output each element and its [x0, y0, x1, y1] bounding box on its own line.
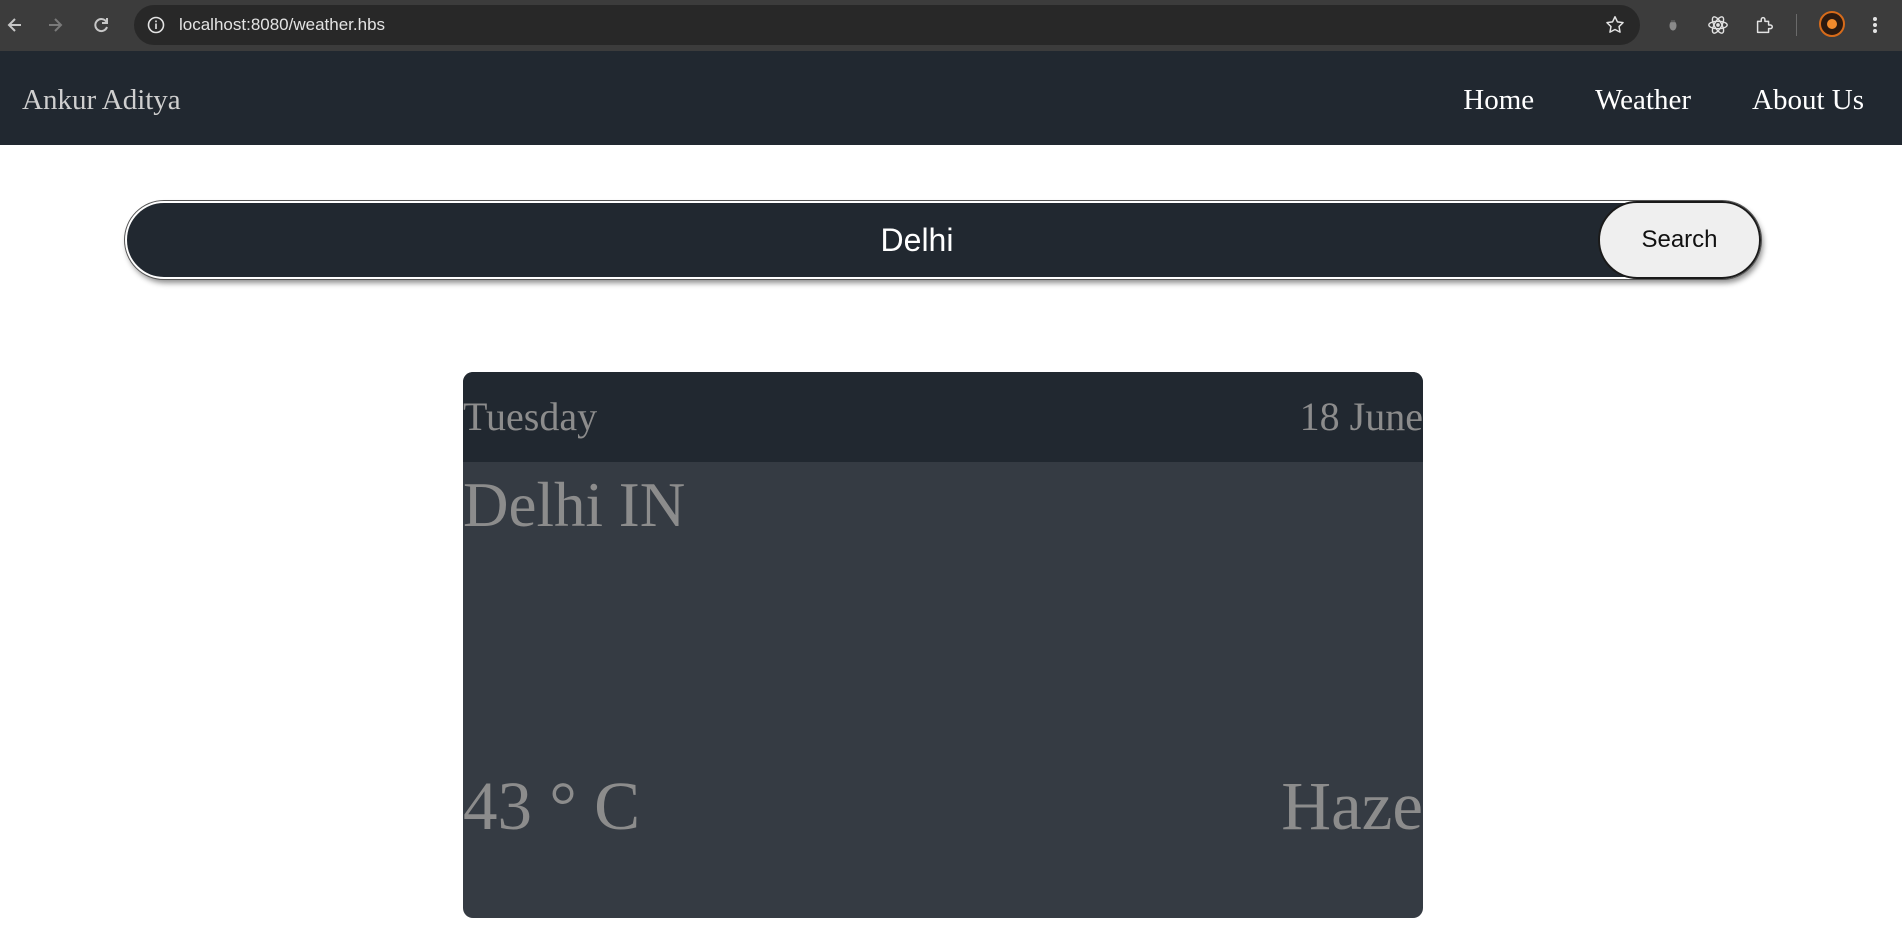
browser-toolbar: localhost:8080/weather.hbs: [0, 0, 1902, 51]
menu-icon[interactable]: [1862, 12, 1888, 38]
toolbar-separator: [1796, 14, 1797, 36]
weather-card-header: Tuesday 18 June: [463, 372, 1423, 462]
weather-condition: Haze: [1281, 768, 1423, 844]
site-info-icon[interactable]: [146, 15, 166, 35]
weather-day: Tuesday: [463, 394, 598, 439]
brand-name[interactable]: Ankur Aditya: [22, 51, 181, 149]
forward-icon[interactable]: [40, 10, 70, 40]
weather-location: Delhi IN: [463, 470, 686, 540]
weather-card: Tuesday 18 June Delhi IN 43 ° C Haze: [463, 372, 1423, 918]
nav-link-home[interactable]: Home: [1463, 51, 1534, 149]
weather-temperature: 43 ° C: [463, 768, 641, 844]
puzzle-icon[interactable]: [1751, 12, 1777, 38]
search-button[interactable]: Search: [1598, 201, 1761, 279]
profile-avatar[interactable]: [1819, 11, 1845, 37]
city-search-input[interactable]: [157, 203, 1677, 277]
site-navbar: Ankur Aditya Home Weather About Us: [0, 51, 1902, 145]
nav-links: Home Weather About Us: [1463, 51, 1864, 149]
address-bar[interactable]: localhost:8080/weather.hbs: [134, 5, 1640, 45]
nav-link-weather[interactable]: Weather: [1595, 51, 1691, 149]
extension-icon[interactable]: [1660, 12, 1686, 38]
search-bar: Search: [125, 201, 1761, 279]
back-icon[interactable]: [0, 10, 30, 40]
url-text[interactable]: localhost:8080/weather.hbs: [179, 5, 385, 45]
weather-date: 18 June: [1299, 394, 1423, 439]
reload-icon[interactable]: [86, 10, 116, 40]
bookmark-star-icon[interactable]: [1604, 14, 1626, 36]
nav-link-about-us[interactable]: About Us: [1752, 51, 1864, 149]
react-devtools-icon[interactable]: [1705, 12, 1731, 38]
